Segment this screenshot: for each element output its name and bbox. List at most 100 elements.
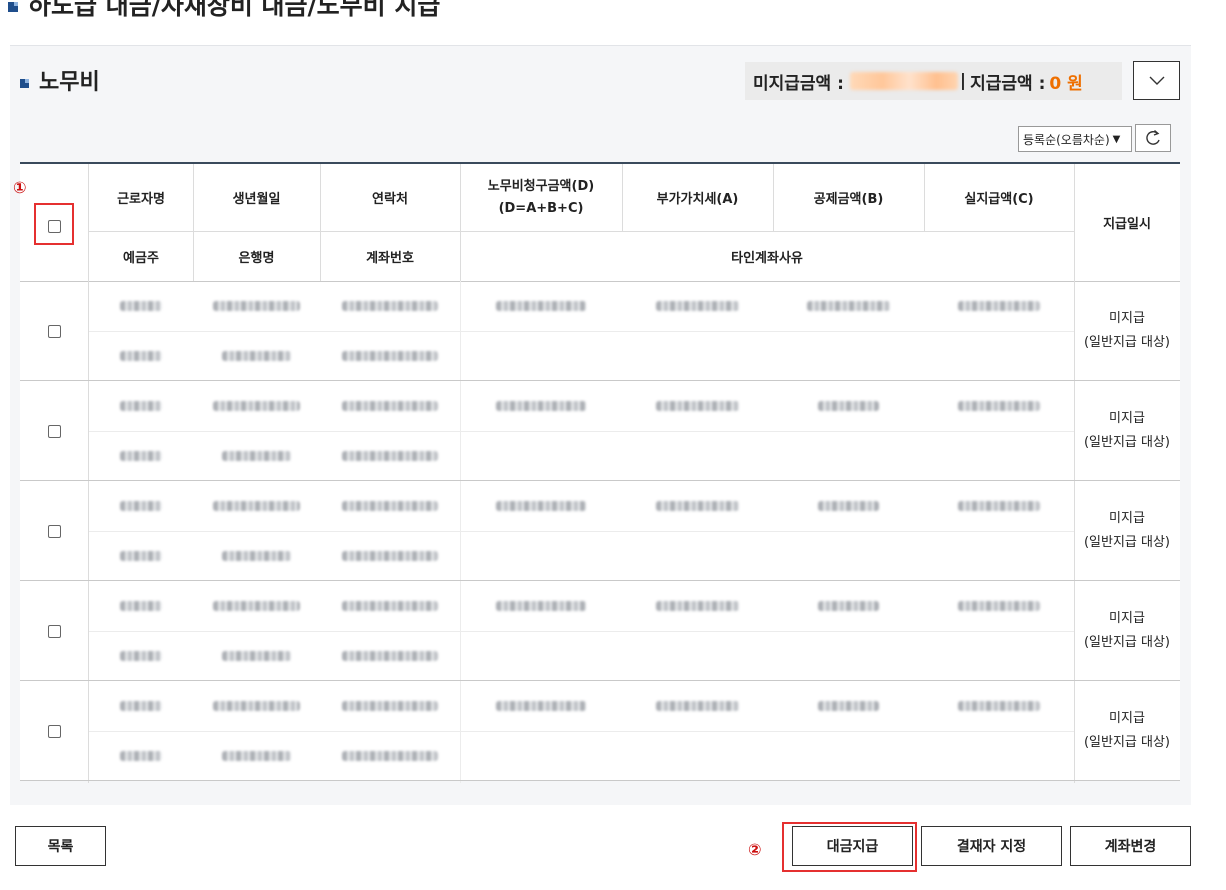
contact-redacted (320, 281, 460, 331)
divider (622, 164, 623, 231)
net-pay-redacted (924, 481, 1074, 531)
pay-status: 미지급 (일반지급 대상) (1083, 511, 1171, 550)
divider (89, 631, 1074, 632)
divider (89, 231, 460, 232)
header-claim-amount: 노무비청구금액(D) (D=A+B+C) (460, 164, 622, 231)
vat-redacted (622, 481, 773, 531)
row-checkbox[interactable] (47, 724, 61, 738)
net-pay-redacted (924, 281, 1074, 331)
header-pay-date: 지급일시 (1074, 164, 1180, 281)
row-select-cell (20, 581, 88, 681)
worker-name-redacted (89, 681, 193, 731)
row-checkbox[interactable] (47, 524, 61, 538)
claim-amount-redacted (460, 681, 622, 731)
header-birth-date: 생년월일 (193, 164, 320, 231)
amount-separator: | (959, 71, 967, 91)
contact-redacted (320, 481, 460, 531)
select-arrow-icon: ▼ (1112, 133, 1121, 145)
title-bullet-icon (8, 2, 18, 12)
account-number-redacted (320, 531, 460, 581)
header-contact: 연락처 (320, 164, 460, 231)
table-row: 미지급 (일반지급 대상) (20, 281, 1180, 381)
deduction-redacted (773, 481, 924, 531)
refresh-button[interactable] (1135, 124, 1171, 152)
pay-status: 미지급 (일반지급 대상) (1083, 411, 1171, 450)
table-row: 미지급 (일반지급 대상) (20, 481, 1180, 581)
row-checkbox[interactable] (47, 624, 61, 638)
worker-name-redacted (89, 281, 193, 331)
account-change-button[interactable]: 계좌변경 (1070, 826, 1191, 866)
birth-date-redacted (193, 681, 320, 731)
vat-redacted (622, 281, 773, 331)
table-row: 미지급 (일반지급 대상) (20, 381, 1180, 481)
row-select-cell (20, 281, 88, 381)
bank-name-redacted (193, 731, 320, 781)
net-pay-redacted (924, 581, 1074, 631)
divider (89, 331, 1074, 332)
account-holder-redacted (89, 631, 193, 681)
claim-amount-redacted (460, 281, 622, 331)
account-holder-redacted (89, 531, 193, 581)
divider (89, 531, 1074, 532)
vat-redacted (622, 381, 773, 431)
header-deduction: 공제금액(B) (773, 164, 924, 231)
header-vat: 부가가치세(A) (622, 164, 773, 231)
account-number-redacted (320, 631, 460, 681)
birth-date-redacted (193, 481, 320, 531)
deduction-redacted (773, 681, 924, 731)
unpaid-amount-redacted (849, 72, 958, 90)
claim-amount-redacted (460, 381, 622, 431)
list-button[interactable]: 목록 (15, 826, 106, 866)
collapse-toggle-button[interactable] (1133, 61, 1180, 100)
divider (193, 164, 194, 281)
worker-name-redacted (89, 381, 193, 431)
birth-date-redacted (193, 381, 320, 431)
account-number-redacted (320, 431, 460, 481)
bank-name-redacted (193, 431, 320, 481)
birth-date-redacted (193, 581, 320, 631)
divider (460, 164, 461, 281)
row-checkbox[interactable] (47, 424, 61, 438)
annotation-marker-1: ① (13, 178, 27, 197)
row-select-cell (20, 481, 88, 581)
deduction-redacted (773, 381, 924, 431)
chevron-down-icon (1149, 76, 1164, 85)
annotation-marker-2: ② (748, 840, 762, 859)
header-bank-name: 은행명 (193, 231, 320, 281)
unpaid-amount-label: 미지급금액 : (753, 73, 844, 94)
divider (320, 164, 321, 281)
pay-status: 미지급 (일반지급 대상) (1083, 711, 1171, 750)
worker-name-redacted (89, 481, 193, 531)
worker-name-redacted (89, 581, 193, 631)
table-row: 미지급 (일반지급 대상) (20, 581, 1180, 681)
paid-amount-value: 0 원 (1049, 73, 1083, 94)
labor-cost-panel: 노무비 미지급금액 : | 지급금액 : 0 원 등록순(오름차순) ▼ 근로자명… (10, 45, 1191, 805)
account-holder-redacted (89, 431, 193, 481)
bank-name-redacted (193, 331, 320, 381)
net-pay-redacted (924, 681, 1074, 731)
header-account-number: 계좌번호 (320, 231, 460, 281)
section-bullet-icon (20, 78, 29, 88)
pay-status: 미지급 (일반지급 대상) (1083, 611, 1171, 650)
deduction-redacted (773, 581, 924, 631)
refresh-icon (1146, 129, 1160, 145)
contact-redacted (320, 381, 460, 431)
divider (89, 731, 1074, 732)
account-number-redacted (320, 731, 460, 781)
sort-order-select[interactable]: 등록순(오름차순) ▼ (1018, 126, 1132, 152)
vat-redacted (622, 581, 773, 631)
divider (460, 231, 1074, 232)
row-checkbox[interactable] (47, 324, 61, 338)
header-account-holder: 예금주 (89, 231, 193, 281)
annotation-highlight-select-all (34, 203, 74, 245)
amount-summary: 미지급금액 : | 지급금액 : 0 원 (745, 62, 1122, 100)
contact-redacted (320, 681, 460, 731)
account-holder-redacted (89, 731, 193, 781)
net-pay-redacted (924, 381, 1074, 431)
header-third-party-reason: 타인계좌사유 (460, 231, 1074, 281)
pay-button[interactable]: 대금지급 (792, 826, 913, 866)
bank-name-redacted (193, 531, 320, 581)
approver-button[interactable]: 결재자 지정 (921, 826, 1062, 866)
header-worker-name: 근로자명 (89, 164, 193, 231)
page-title: 하도급 대금/자재장비 대금/노무비 지급 (8, 0, 440, 22)
